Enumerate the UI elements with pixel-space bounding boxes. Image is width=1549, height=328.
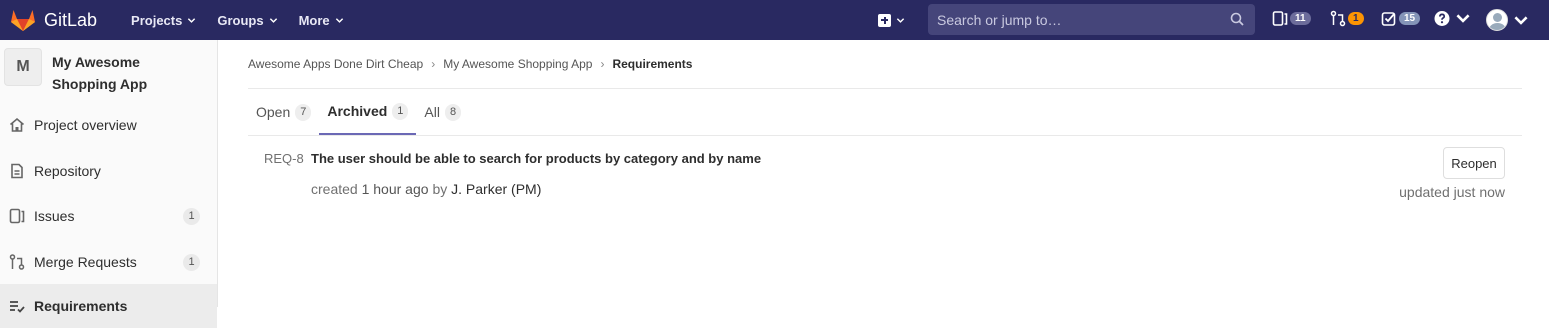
nav-projects-dropdown[interactable]: Projects bbox=[131, 13, 196, 28]
user-menu-dropdown[interactable] bbox=[1486, 9, 1529, 31]
chevron-down-icon bbox=[1513, 12, 1529, 29]
chevron-right-icon: › bbox=[431, 57, 436, 71]
requirements-icon bbox=[10, 301, 25, 313]
tab-label: Archived bbox=[327, 103, 388, 119]
author-link[interactable]: J. Parker (PM) bbox=[451, 181, 541, 197]
tab-count-badge: 7 bbox=[295, 103, 312, 121]
issues-icon bbox=[1272, 11, 1288, 26]
project-name: My Awesome Shopping App bbox=[52, 54, 148, 92]
top-navbar: GitLab Projects Groups More Search or ju… bbox=[0, 0, 1549, 40]
breadcrumb-current-page: Requirements bbox=[612, 57, 693, 71]
sidebar-item-issues[interactable]: Issues 1 bbox=[0, 194, 217, 238]
tab-all[interactable]: All 8 bbox=[416, 89, 469, 135]
sidebar-item-requirements[interactable]: Requirements bbox=[0, 284, 217, 328]
tab-label: Open bbox=[256, 104, 291, 120]
chevron-down-icon bbox=[896, 16, 905, 25]
issues-shortcut[interactable]: 11 bbox=[1272, 10, 1311, 27]
chevron-down-icon bbox=[269, 16, 278, 25]
issues-count-badge: 1 bbox=[183, 207, 200, 225]
search-icon[interactable] bbox=[1230, 12, 1244, 26]
doc-icon bbox=[11, 163, 23, 179]
sidebar-item-label: Merge Requests bbox=[34, 254, 137, 270]
tab-archived[interactable]: Archived 1 bbox=[319, 89, 417, 135]
breadcrumb: Awesome Apps Done Dirt Cheap › My Awesom… bbox=[248, 57, 692, 71]
search-input[interactable] bbox=[937, 11, 1217, 28]
project-avatar: M bbox=[4, 48, 42, 86]
tab-open[interactable]: Open 7 bbox=[248, 89, 319, 135]
plus-square-icon bbox=[878, 13, 891, 27]
nav-groups-label: Groups bbox=[217, 12, 264, 28]
todo-checkbox-icon bbox=[1381, 12, 1396, 26]
todos-shortcut[interactable]: 15 bbox=[1381, 10, 1421, 27]
sidebar-item-merge-requests[interactable]: Merge Requests 1 bbox=[0, 240, 217, 284]
requirements-state-tabs: Open 7 Archived 1 All 8 bbox=[248, 89, 469, 136]
requirement-created-info: created 1 hour ago by J. Parker (PM) bbox=[311, 181, 541, 197]
nav-groups-dropdown[interactable]: Groups bbox=[217, 13, 277, 28]
brand-name: GitLab bbox=[44, 9, 98, 30]
project-sidebar: M My Awesome Shopping App Project overvi… bbox=[0, 40, 218, 328]
merge-request-icon bbox=[9, 254, 25, 270]
merge-request-icon bbox=[1330, 10, 1346, 27]
merge-requests-shortcut[interactable]: 1 bbox=[1330, 10, 1364, 27]
nav-more-dropdown[interactable]: More bbox=[299, 13, 344, 28]
help-dropdown[interactable] bbox=[1434, 10, 1471, 27]
requirement-title: The user should be able to search for pr… bbox=[311, 151, 762, 166]
tab-count-badge: 8 bbox=[444, 103, 462, 121]
chevron-down-icon bbox=[187, 16, 196, 25]
breadcrumb-group-link[interactable]: Awesome Apps Done Dirt Cheap bbox=[248, 57, 423, 71]
todos-count-badge: 15 bbox=[1399, 12, 1421, 25]
tab-count-badge: 1 bbox=[392, 102, 409, 120]
reopen-button[interactable]: Reopen bbox=[1443, 147, 1505, 179]
requirement-list-item: REQ-8 The user should be able to search … bbox=[248, 136, 1522, 206]
chevron-right-icon: › bbox=[600, 57, 605, 71]
nav-menu: Projects Groups More bbox=[131, 13, 365, 28]
sidebar-item-label: Repository bbox=[34, 163, 101, 179]
tab-label: All bbox=[424, 104, 440, 120]
nav-projects-label: Projects bbox=[131, 12, 183, 28]
sidebar-item-project-overview[interactable]: Project overview bbox=[0, 103, 217, 147]
sidebar-item-label: Issues bbox=[34, 208, 75, 224]
new-item-dropdown[interactable] bbox=[878, 13, 905, 27]
gitlab-home-link[interactable]: GitLab bbox=[10, 8, 97, 32]
requirement-reference: REQ-8 bbox=[264, 151, 304, 166]
chevron-down-icon bbox=[335, 16, 344, 25]
help-icon bbox=[1434, 11, 1450, 26]
nav-more-label: More bbox=[298, 12, 330, 28]
sidebar-item-label: Requirements bbox=[34, 298, 128, 314]
user-avatar bbox=[1486, 9, 1508, 31]
created-by-prefix: by bbox=[432, 181, 448, 197]
home-icon bbox=[9, 117, 25, 132]
search-box bbox=[928, 4, 1255, 35]
created-prefix: created bbox=[311, 181, 358, 197]
breadcrumb-project-link[interactable]: My Awesome Shopping App bbox=[443, 57, 592, 71]
created-time: 1 hour ago bbox=[361, 181, 429, 197]
nav-right: 11 1 15 bbox=[878, 0, 1528, 40]
issues-icon bbox=[9, 208, 25, 224]
sidebar-project-header[interactable]: M My Awesome Shopping App bbox=[4, 48, 162, 95]
chevron-down-icon bbox=[1455, 10, 1471, 27]
requirement-updated-time: updated just now bbox=[1399, 184, 1505, 200]
sidebar-item-label: Project overview bbox=[34, 117, 137, 133]
merge-requests-count-badge: 1 bbox=[183, 253, 200, 271]
merge-requests-count-badge: 1 bbox=[1348, 12, 1364, 25]
issues-count-badge: 11 bbox=[1290, 12, 1311, 25]
sidebar-item-repository[interactable]: Repository bbox=[0, 149, 217, 193]
gitlab-logo-icon bbox=[11, 10, 35, 31]
